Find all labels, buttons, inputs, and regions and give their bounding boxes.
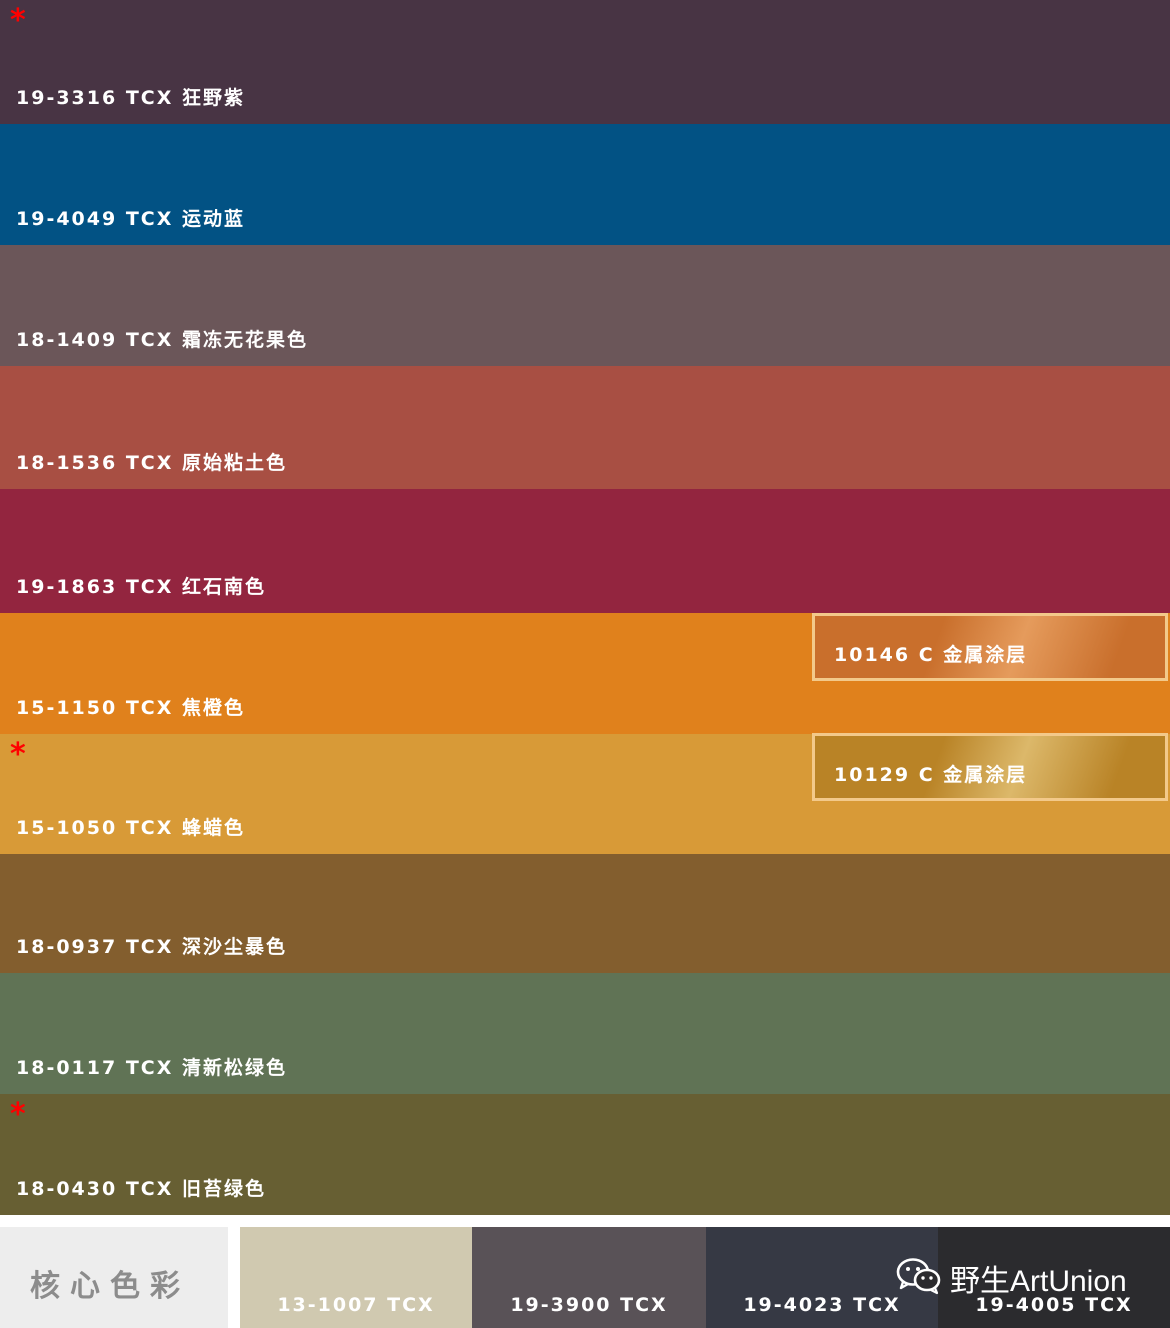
color-code-label: 18-0937 TCX 深沙尘暴色 [16, 936, 287, 958]
color-code-label: 19-4049 TCX 运动蓝 [16, 208, 245, 230]
wechat-icon [896, 1257, 942, 1299]
core-swatch: 13-1007 TCX [240, 1227, 472, 1328]
core-colors-title: 核心色彩 [30, 1269, 190, 1304]
color-code-label: 18-1536 TCX 原始粘土色 [16, 452, 287, 474]
star-marker: * [10, 3, 26, 38]
color-code-label: 15-1050 TCX 蜂蜡色 [16, 817, 245, 839]
color-stripe: 19-4049 TCX 运动蓝 [0, 124, 1170, 245]
core-swatch-code: 13-1007 TCX [277, 1294, 435, 1316]
color-code-label: 19-1863 TCX 红石南色 [16, 576, 266, 598]
core-colors-title-box: 核心色彩 [0, 1227, 228, 1328]
color-stripe: * 18-0430 TCX 旧苔绿色 [0, 1094, 1170, 1215]
metallic-swatch: 10146 C 金属涂层 [812, 613, 1168, 681]
color-stripe: * 19-3316 TCX 狂野紫 [0, 0, 1170, 124]
color-code-label: 15-1150 TCX 焦橙色 [16, 697, 245, 719]
color-stripe: 18-1536 TCX 原始粘土色 [0, 366, 1170, 489]
color-code-label: 18-0430 TCX 旧苔绿色 [16, 1178, 266, 1200]
core-swatch: 19-3900 TCX [472, 1227, 706, 1328]
color-stripe: 19-1863 TCX 红石南色 [0, 489, 1170, 613]
star-marker: * [10, 737, 26, 772]
color-stripe: 18-0937 TCX 深沙尘暴色 [0, 854, 1170, 973]
color-code-label: 18-0117 TCX 清新松绿色 [16, 1057, 287, 1079]
color-stripe: 18-1409 TCX 霜冻无花果色 [0, 245, 1170, 366]
watermark: 野生ArtUnion [896, 1256, 1127, 1300]
color-code-label: 18-1409 TCX 霜冻无花果色 [16, 329, 308, 351]
metallic-label: 10129 C 金属涂层 [834, 764, 1028, 786]
metallic-label: 10146 C 金属涂层 [834, 644, 1028, 666]
color-stripe: 18-0117 TCX 清新松绿色 [0, 973, 1170, 1094]
metallic-swatch: 10129 C 金属涂层 [812, 733, 1168, 801]
color-code-label: 19-3316 TCX 狂野紫 [16, 87, 245, 109]
star-marker: * [10, 1097, 26, 1132]
watermark-text: 野生ArtUnion [950, 1265, 1127, 1298]
core-swatch-code: 19-3900 TCX [510, 1294, 668, 1316]
